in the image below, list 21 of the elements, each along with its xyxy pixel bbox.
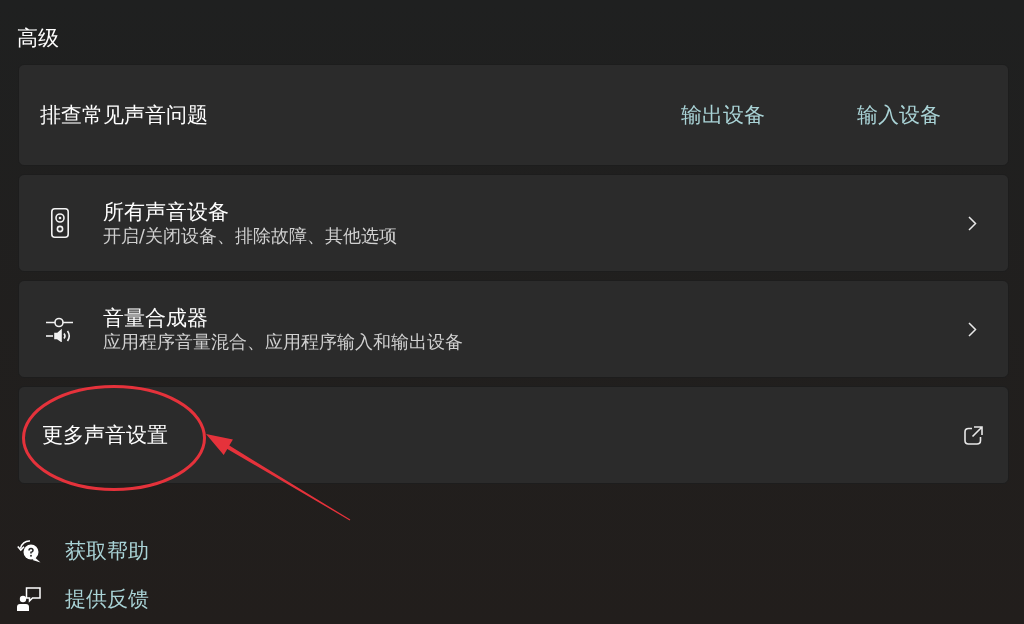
card-title: 音量合成器 bbox=[103, 305, 208, 331]
settings-card[interactable]: 音量合成器 应用程序音量混合、应用程序输入和输出设备 bbox=[18, 280, 1009, 378]
card-title: 排查常见声音问题 bbox=[40, 102, 208, 128]
settings-card[interactable]: 更多声音设置 bbox=[18, 386, 1009, 484]
card-description: 开启/关闭设备、排除故障、其他选项 bbox=[103, 225, 397, 247]
help-bubble-icon bbox=[17, 539, 41, 563]
speaker-icon bbox=[51, 208, 69, 238]
link[interactable]: 输入设备 bbox=[857, 102, 941, 128]
external-link-icon bbox=[964, 425, 983, 445]
footer-link[interactable]: 提供反馈 bbox=[17, 579, 149, 619]
section-heading: 高级 bbox=[17, 26, 59, 50]
card-title: 更多声音设置 bbox=[42, 422, 168, 448]
slider-volume-icon bbox=[45, 316, 75, 342]
footer-link[interactable]: 获取帮助 bbox=[17, 531, 149, 571]
link[interactable]: 输出设备 bbox=[681, 102, 765, 128]
card-title: 所有声音设备 bbox=[103, 199, 229, 225]
chevron-right-icon bbox=[968, 215, 977, 231]
person-chat-icon bbox=[17, 587, 41, 611]
chevron-right-icon bbox=[968, 321, 977, 337]
settings-card[interactable]: 所有声音设备 开启/关闭设备、排除故障、其他选项 bbox=[18, 174, 1009, 272]
card-description: 应用程序音量混合、应用程序输入和输出设备 bbox=[103, 331, 463, 353]
